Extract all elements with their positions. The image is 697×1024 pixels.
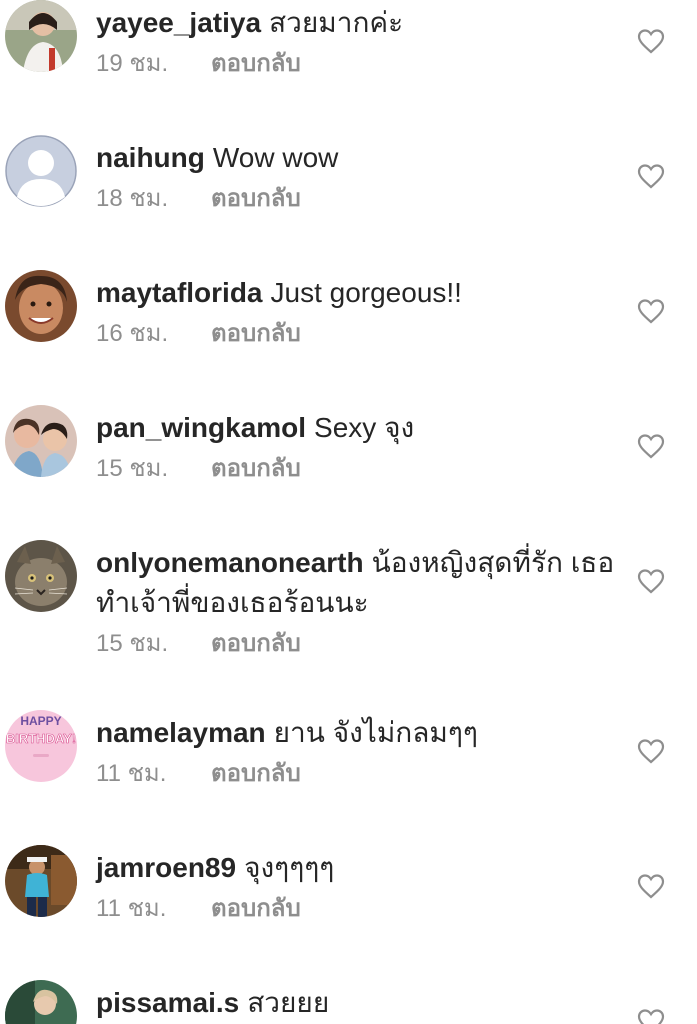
avatar[interactable] bbox=[5, 270, 77, 342]
comment-body: จุงๆๆๆๆ bbox=[244, 852, 335, 883]
comment-time: 11 ชม. bbox=[96, 760, 167, 787]
comment-text: pissamai.s สวยยย bbox=[96, 983, 637, 1023]
avatar[interactable] bbox=[5, 405, 77, 477]
comment-meta: 18 ชม. ตอบกลับ bbox=[96, 184, 637, 214]
comment-text: jamroen89 จุงๆๆๆๆ bbox=[96, 848, 637, 888]
comment-meta: 11 ชม. ตอบกลับ bbox=[96, 759, 637, 789]
reply-button[interactable]: ตอบกลับ bbox=[211, 320, 301, 347]
comment-meta: 16 ชม. ตอบกลับ bbox=[96, 319, 637, 349]
comment-content: namelayman ยาน จังไม่กลมๆๆ 11 ชม. ตอบกลับ bbox=[96, 713, 637, 789]
heart-outline-icon bbox=[637, 434, 665, 459]
comment-meta: 15 ชม. ตอบกลับ bbox=[96, 454, 637, 484]
heart-outline-icon bbox=[637, 739, 665, 764]
comment-body: สวยยย bbox=[247, 987, 330, 1018]
comment-username[interactable]: pan_wingkamol bbox=[96, 412, 306, 443]
comment-text: namelayman ยาน จังไม่กลมๆๆ bbox=[96, 713, 637, 753]
reply-button[interactable]: ตอบกลับ bbox=[211, 185, 301, 212]
like-button[interactable] bbox=[637, 1008, 665, 1024]
avatar[interactable] bbox=[5, 540, 77, 612]
reply-button[interactable]: ตอบกลับ bbox=[211, 50, 301, 77]
like-button[interactable] bbox=[637, 298, 665, 324]
avatar-badge-line1: HAPPY bbox=[20, 714, 61, 728]
comment-body: ยาน จังไม่กลมๆๆ bbox=[273, 717, 478, 748]
comment-time: 16 ชม. bbox=[96, 320, 169, 347]
comment-meta: 15 ชม. ตอบกลับ bbox=[96, 629, 637, 659]
heart-outline-icon bbox=[637, 569, 665, 594]
reply-button[interactable]: ตอบกลับ bbox=[211, 630, 301, 657]
comment-body: Wow wow bbox=[212, 142, 339, 173]
comment-text: maytaflorida Just gorgeous!! bbox=[96, 273, 637, 313]
heart-outline-icon bbox=[637, 874, 665, 899]
comment-time: 19 ชม. bbox=[96, 50, 169, 77]
avatar[interactable]: HAPPY BIRTHDAY! bbox=[5, 710, 77, 782]
comment-content: pan_wingkamol Sexy จุง 15 ชม. ตอบกลับ bbox=[96, 408, 637, 484]
comment-content: naihung Wow wow 18 ชม. ตอบกลับ bbox=[96, 138, 637, 214]
avatar[interactable] bbox=[5, 135, 77, 207]
avatar[interactable] bbox=[5, 845, 77, 917]
comment-body: สวยมากค่ะ bbox=[269, 7, 404, 38]
comment-time: 11 ชม. bbox=[96, 895, 167, 922]
like-button[interactable] bbox=[637, 433, 665, 459]
comment-username[interactable]: pissamai.s bbox=[96, 987, 239, 1018]
reply-button[interactable]: ตอบกลับ bbox=[211, 760, 301, 787]
comment-body: Just gorgeous!! bbox=[270, 277, 462, 308]
comment-text: naihung Wow wow bbox=[96, 138, 637, 178]
comment-time: 15 ชม. bbox=[96, 455, 169, 482]
comment-text: yayee_jatiya สวยมากค่ะ bbox=[96, 3, 637, 43]
avatar[interactable] bbox=[5, 0, 77, 72]
comment-username[interactable]: maytaflorida bbox=[96, 277, 263, 308]
heart-outline-icon bbox=[637, 164, 665, 189]
comment-meta: 11 ชม. ตอบกลับ bbox=[96, 894, 637, 924]
comment-username[interactable]: yayee_jatiya bbox=[96, 7, 261, 38]
reply-button[interactable]: ตอบกลับ bbox=[211, 895, 301, 922]
like-button[interactable] bbox=[637, 28, 665, 54]
comment-text: pan_wingkamol Sexy จุง bbox=[96, 408, 637, 448]
reply-button[interactable]: ตอบกลับ bbox=[211, 455, 301, 482]
comment-username[interactable]: onlyonemanonearth bbox=[96, 547, 364, 578]
like-button[interactable] bbox=[637, 738, 665, 764]
like-button[interactable] bbox=[637, 163, 665, 189]
comment-content: jamroen89 จุงๆๆๆๆ 11 ชม. ตอบกลับ bbox=[96, 848, 637, 924]
like-button[interactable] bbox=[637, 873, 665, 899]
like-button[interactable] bbox=[637, 568, 665, 594]
heart-outline-icon bbox=[637, 299, 665, 324]
comment-time: 18 ชม. bbox=[96, 185, 169, 212]
avatar[interactable] bbox=[5, 980, 77, 1024]
comment-meta: 19 ชม. ตอบกลับ bbox=[96, 49, 637, 79]
comment-text: onlyonemanonearth น้องหญิงสุดที่รัก เธอทำ… bbox=[96, 543, 637, 623]
heart-outline-icon bbox=[637, 29, 665, 54]
comment-content: onlyonemanonearth น้องหญิงสุดที่รัก เธอทำ… bbox=[96, 543, 637, 659]
comment-content: yayee_jatiya สวยมากค่ะ 19 ชม. ตอบกลับ bbox=[96, 3, 637, 79]
heart-outline-icon bbox=[637, 1009, 665, 1024]
avatar-badge-line2: BIRTHDAY! bbox=[6, 731, 76, 746]
comment-body: Sexy จุง bbox=[314, 412, 415, 443]
comments-list: yayee_jatiya สวยมากค่ะ 19 ชม. ตอบกลับ naih… bbox=[0, 0, 697, 1024]
default-user-icon bbox=[5, 135, 77, 207]
comment-username[interactable]: naihung bbox=[96, 142, 205, 173]
comment-username[interactable]: jamroen89 bbox=[96, 852, 236, 883]
comment-username[interactable]: namelayman bbox=[96, 717, 266, 748]
comment-time: 15 ชม. bbox=[96, 630, 169, 657]
comment-content: pissamai.s สวยยย bbox=[96, 983, 637, 1023]
comment-content: maytaflorida Just gorgeous!! 16 ชม. ตอบกลั… bbox=[96, 273, 637, 349]
